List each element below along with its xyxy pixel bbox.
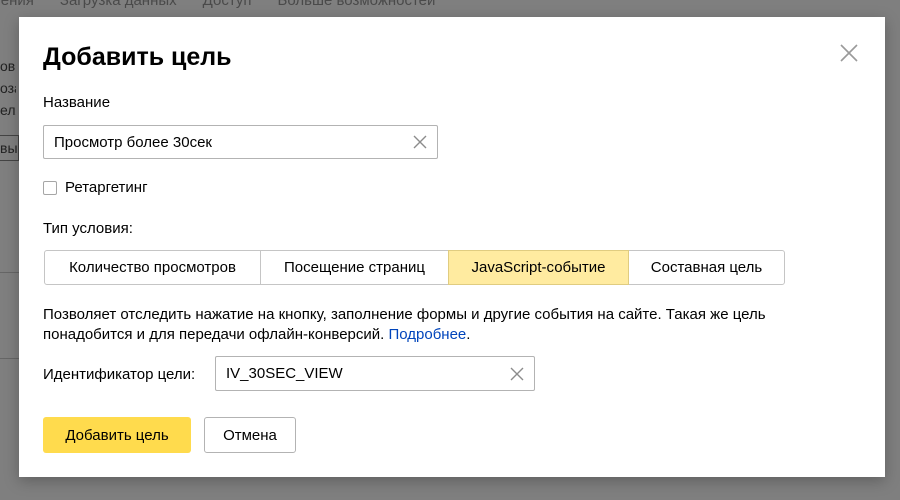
cancel-button[interactable]: Отмена <box>204 417 296 453</box>
close-icon <box>840 44 858 62</box>
goal-identifier-field[interactable]: IV_30SEC_VIEW <box>215 356 535 391</box>
clear-identifier-button[interactable] <box>510 367 524 381</box>
tab-page-visits[interactable]: Посещение страниц <box>260 250 449 285</box>
condition-description: Позволяет отследить нажатие на кнопку, з… <box>43 305 843 345</box>
close-button[interactable] <box>839 43 859 63</box>
background-tab: ления <box>0 0 34 9</box>
goal-identifier-value: IV_30SEC_VIEW <box>226 365 343 382</box>
goal-name-value: Просмотр более 30сек <box>54 133 212 151</box>
dialog-title: Добавить цель <box>43 43 232 71</box>
retargeting-checkbox[interactable] <box>43 180 57 195</box>
clear-icon <box>413 135 427 149</box>
add-goal-button[interactable]: Добавить цель <box>43 417 191 453</box>
goal-name-field[interactable]: Просмотр более 30сек <box>43 125 438 159</box>
background-side-text: ов: оза еля вы <box>0 55 19 161</box>
background-tab: Больше возможностей <box>277 0 436 9</box>
add-goal-dialog: Добавить цель Название Просмотр более 30… <box>19 17 885 477</box>
identifier-label: Идентификатор цели: <box>43 366 196 383</box>
tab-javascript-event[interactable]: JavaScript-событие <box>448 250 629 285</box>
tab-composite-goal[interactable]: Составная цель <box>628 250 785 285</box>
condition-type-selector: Количество просмотров Посещение страниц … <box>44 250 785 285</box>
background-side-line: еля <box>0 102 16 118</box>
name-label: Название <box>43 94 111 111</box>
condition-type-label: Тип условия: <box>43 220 133 237</box>
retargeting-label: Ретаргетинг <box>65 179 148 196</box>
background-divider <box>0 272 20 273</box>
background-side-button: вы <box>0 135 19 161</box>
background-divider <box>0 358 20 359</box>
background-side-line: оза <box>0 80 16 96</box>
background-tabs: ления Загрузка данных Доступ Больше возм… <box>0 0 435 12</box>
background-tab: Доступ <box>202 0 252 9</box>
tab-page-views[interactable]: Количество просмотров <box>44 250 261 285</box>
learn-more-link[interactable]: Подробнее <box>388 326 466 343</box>
retargeting-option[interactable]: Ретаргетинг <box>43 179 148 196</box>
clear-icon <box>510 367 524 380</box>
clear-name-button[interactable] <box>413 135 427 149</box>
background-side-line: ов: <box>0 58 16 74</box>
description-suffix: . <box>466 326 471 343</box>
background-tab: Загрузка данных <box>59 0 177 9</box>
